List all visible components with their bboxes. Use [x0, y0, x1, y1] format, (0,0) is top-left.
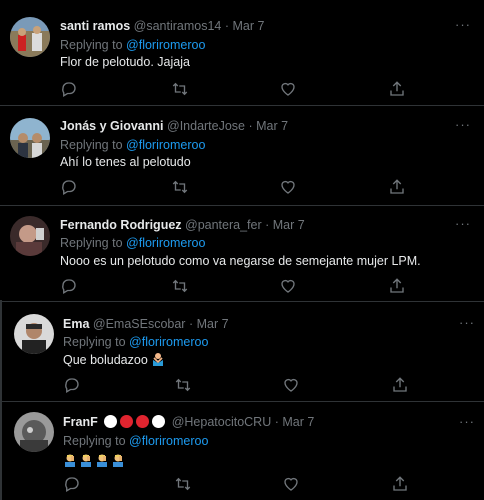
replying-to: Replying to @floriromeroo [60, 137, 205, 153]
reply-tweet[interactable]: FranF @HepatocitoCRU · Mar 7 ··· Replyin… [0, 402, 484, 500]
emoji-row [63, 453, 125, 467]
retweet-icon[interactable] [171, 80, 189, 98]
like-icon[interactable] [282, 475, 300, 493]
replying-to: Replying to @floriromeroo [60, 37, 205, 53]
share-icon[interactable] [388, 178, 406, 196]
tweet-body: Que boludazoo [63, 352, 165, 368]
avatar[interactable] [10, 216, 50, 256]
replying-prefix: Replying to [63, 335, 126, 349]
avatar[interactable] [10, 17, 50, 57]
retweet-icon[interactable] [171, 178, 189, 196]
tweet-actions [60, 178, 406, 196]
tweet-header: Ema @EmaSEscobar · Mar 7 [63, 316, 229, 332]
replying-prefix: Replying to [60, 236, 123, 250]
reply-tweet[interactable]: Jonás y Giovanni @IndarteJose · Mar 7 ··… [0, 106, 484, 206]
replying-to-handle[interactable]: @floriromeroo [126, 138, 205, 152]
user-handle[interactable]: @pantera_fer [185, 218, 262, 232]
share-icon[interactable] [391, 475, 409, 493]
share-icon[interactable] [388, 277, 406, 295]
retweet-icon[interactable] [174, 475, 192, 493]
tweet-actions [60, 277, 406, 295]
share-icon[interactable] [388, 80, 406, 98]
white-circle-emoji [104, 415, 118, 428]
tweet-header: Fernando Rodriguez @pantera_fer · Mar 7 [60, 217, 305, 233]
dot-separator: · [261, 218, 273, 232]
red-circle-emoji [120, 415, 134, 428]
reply-icon[interactable] [63, 475, 81, 493]
dot-separator: · [221, 19, 233, 33]
replying-to-handle[interactable]: @floriromeroo [129, 335, 208, 349]
display-name[interactable]: santi ramos [60, 19, 130, 33]
replying-to: Replying to @floriromeroo [63, 334, 208, 350]
like-icon[interactable] [279, 178, 297, 196]
like-icon[interactable] [282, 376, 300, 394]
tweet-text: Ahí lo tenes al pelotudo [60, 155, 191, 169]
tweet-header: Jonás y Giovanni @IndarteJose · Mar 7 [60, 118, 288, 134]
man-facepalming-emoji [97, 454, 107, 467]
red-circle-emoji [136, 415, 150, 428]
tweet-text: Flor de pelotudo. Jajaja [60, 55, 190, 69]
timestamp[interactable]: Mar 7 [233, 19, 265, 33]
more-icon[interactable]: ··· [455, 217, 471, 230]
display-name[interactable]: Fernando Rodriguez [60, 218, 182, 232]
tweet-text: Nooo es un pelotudo como va negarse de s… [60, 254, 421, 268]
dot-separator: · [271, 415, 283, 429]
replying-to-handle[interactable]: @floriromeroo [126, 236, 205, 250]
reply-icon[interactable] [60, 277, 78, 295]
like-icon[interactable] [279, 80, 297, 98]
reply-icon[interactable] [60, 80, 78, 98]
timestamp[interactable]: Mar 7 [256, 119, 288, 133]
timestamp[interactable]: Mar 7 [273, 218, 305, 232]
tweet-actions [63, 475, 409, 493]
display-name[interactable]: FranF [63, 415, 98, 429]
tweet-text [63, 451, 125, 467]
replying-prefix: Replying to [60, 38, 123, 52]
dot-separator: · [245, 119, 257, 133]
tweet-header: santi ramos @santiramos14 · Mar 7 [60, 18, 264, 34]
replying-to: Replying to @floriromeroo [63, 433, 208, 449]
display-name[interactable]: Ema [63, 317, 89, 331]
retweet-icon[interactable] [171, 277, 189, 295]
tweet-actions [60, 80, 406, 98]
man-facepalming-emoji [65, 454, 75, 467]
timestamp[interactable]: Mar 7 [197, 317, 229, 331]
replying-to: Replying to @floriromeroo [60, 235, 205, 251]
man-facepalming-emoji [113, 454, 123, 467]
tweet-header: FranF @HepatocitoCRU · Mar 7 [63, 414, 314, 430]
user-handle[interactable]: @HepatocitoCRU [172, 415, 272, 429]
user-handle[interactable]: @EmaSEscobar [93, 317, 186, 331]
avatar[interactable] [14, 412, 54, 452]
tweet-actions [63, 376, 409, 394]
more-icon[interactable]: ··· [459, 316, 475, 329]
user-handle[interactable]: @IndarteJose [167, 119, 245, 133]
white-circle-emoji [152, 415, 166, 428]
tweet-text: Que boludazoo [63, 353, 148, 367]
replying-to-handle[interactable]: @floriromeroo [129, 434, 208, 448]
reply-icon[interactable] [63, 376, 81, 394]
replying-to-handle[interactable]: @floriromeroo [126, 38, 205, 52]
man-facepalming-emoji [81, 454, 91, 467]
display-name[interactable]: Jonás y Giovanni [60, 119, 164, 133]
share-icon[interactable] [391, 376, 409, 394]
timestamp[interactable]: Mar 7 [282, 415, 314, 429]
reply-tweet[interactable]: santi ramos @santiramos14 · Mar 7 ··· Re… [0, 0, 484, 106]
more-icon[interactable]: ··· [459, 415, 475, 428]
person-gesturing-no-emoji [153, 353, 164, 366]
retweet-icon[interactable] [174, 376, 192, 394]
reply-icon[interactable] [60, 178, 78, 196]
reply-tweet[interactable]: Ema @EmaSEscobar · Mar 7 ··· Replying to… [0, 302, 484, 402]
user-handle[interactable]: @santiramos14 [134, 19, 222, 33]
like-icon[interactable] [279, 277, 297, 295]
avatar[interactable] [14, 314, 54, 354]
replying-prefix: Replying to [63, 434, 126, 448]
replying-prefix: Replying to [60, 138, 123, 152]
more-icon[interactable]: ··· [455, 18, 471, 31]
avatar[interactable] [10, 118, 50, 158]
dot-separator: · [185, 317, 197, 331]
more-icon[interactable]: ··· [455, 118, 471, 131]
reply-tweet[interactable]: Fernando Rodriguez @pantera_fer · Mar 7 … [0, 206, 484, 302]
